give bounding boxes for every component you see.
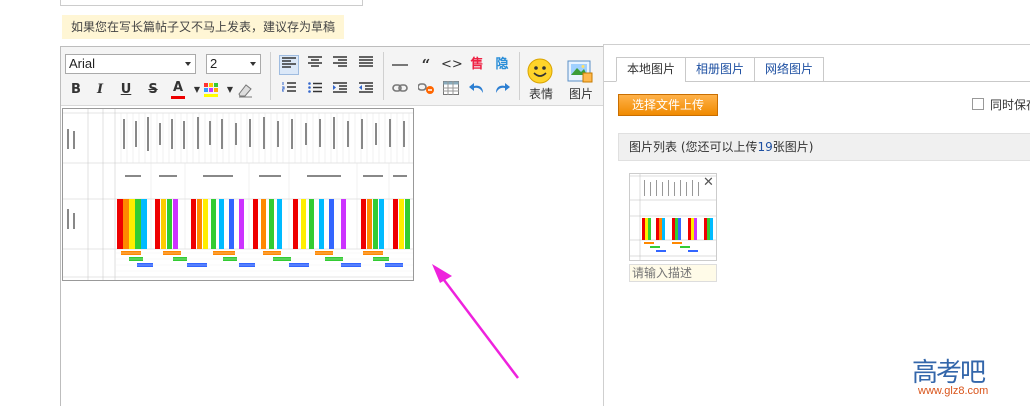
close-icon[interactable]: ✕ — [703, 175, 714, 190]
image-source-tabs: 本地图片 相册图片 网络图片 — [616, 57, 825, 82]
list-prefix: 图片列表 (您还可以上传 — [629, 140, 758, 154]
watermark-logo: 高考吧 — [912, 358, 986, 388]
sync-save-checkbox[interactable] — [972, 98, 984, 110]
sync-save-label: 同时保存 — [990, 98, 1030, 112]
tab-local-images[interactable]: 本地图片 — [616, 57, 687, 82]
upload-remaining-count: 19 — [757, 140, 773, 154]
image-list-header: 图片列表 (您还可以上传19张图片) — [618, 133, 1030, 161]
page: 如果您在写长篇帖子又不马上发表，建议存为草稿 Arial 2 B I U S A… — [0, 0, 1030, 406]
tab-album-images[interactable]: 相册图片 — [685, 57, 756, 82]
tab-web-images[interactable]: 网络图片 — [754, 57, 825, 82]
list-suffix: 张图片) — [772, 140, 814, 154]
select-file-upload-button[interactable]: 选择文件上传 — [618, 94, 718, 116]
watermark-url: www.glz8.com — [918, 385, 989, 397]
image-description-input[interactable] — [629, 264, 717, 282]
site-watermark: 高考吧 www.glz8.com — [912, 352, 1030, 404]
